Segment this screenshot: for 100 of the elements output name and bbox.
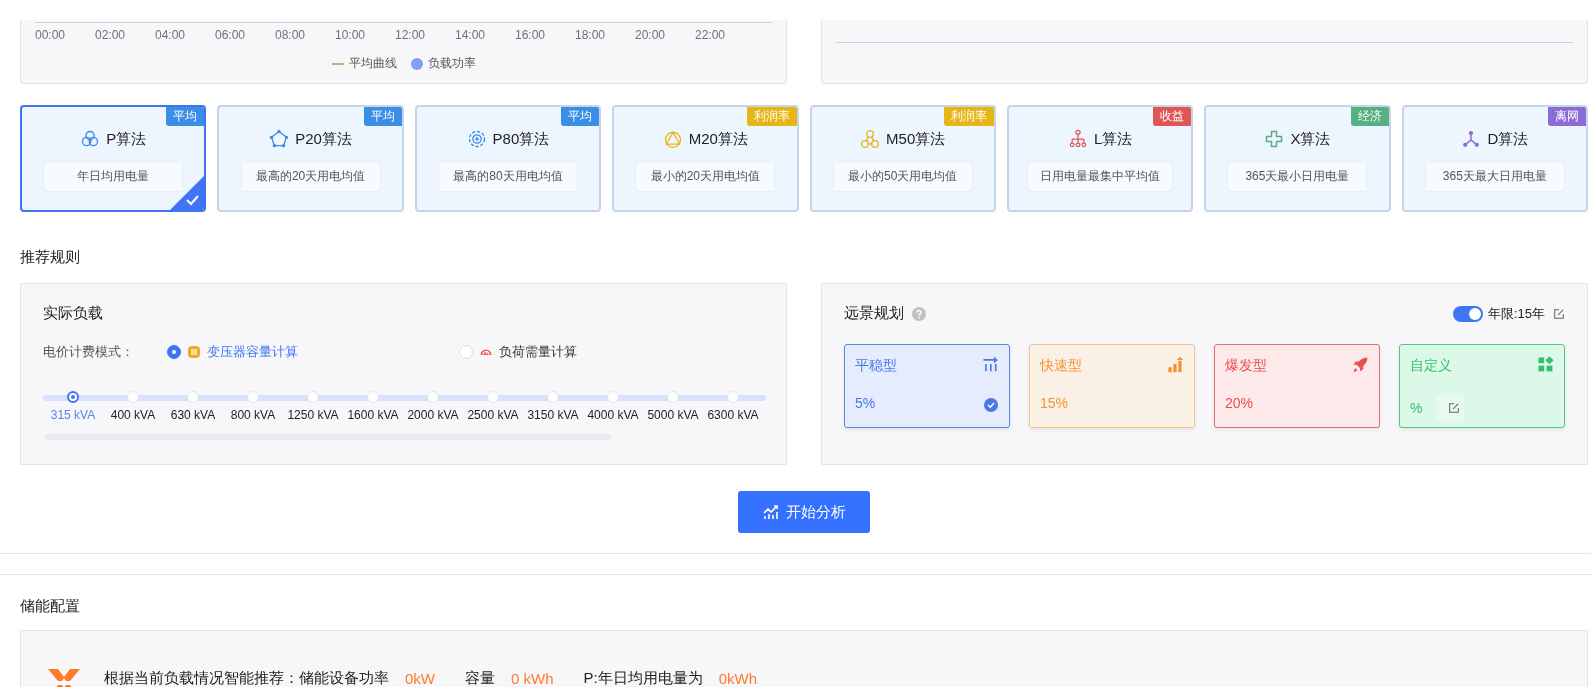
algorithm-description: 365天最小日用电量 [1227,161,1368,192]
slider-label: 4000 kVA [587,408,639,422]
tiles-icon [1536,355,1554,373]
tag: 利润率 [746,107,797,126]
plan-value: 20% [1225,395,1254,411]
edit-icon[interactable] [1553,307,1565,320]
toggle-switch[interactable] [1452,305,1483,322]
panel-title: 远景规划 [844,304,904,323]
section-title: 推荐规则 [20,248,81,267]
basis-label: P:年日均用电量为 [583,668,703,687]
hierarchy-icon [1067,129,1088,149]
algorithm-card[interactable]: 平均 P20算法 最高的20天用电均值 [217,105,404,212]
power-value: 0kW [405,669,435,687]
slider-label: 630 kVA [170,408,216,422]
slider-label: 1600 kVA [347,408,399,422]
slider-label: 3150 kVA [527,408,579,422]
algorithm-description: 日用电量最集中平均值 [1027,161,1174,192]
slider-label: 400 kVA [110,408,156,422]
bar-chart-icon [1166,355,1184,373]
legend-label: 平均曲线 [348,55,397,72]
slider-label: 1250 kVA [287,408,339,422]
algorithm-description: 最高的20天用电均值 [240,161,381,192]
section-title: 储能配置 [20,597,81,616]
algorithm-card[interactable]: 平均 P算法 年日均用电量 [20,105,207,212]
plan-card[interactable]: 平稳型 5% [844,344,1010,428]
pentagon-icon [269,129,290,149]
algorithm-name: P20算法 [295,129,352,149]
axis-label: 10:00 [335,27,367,42]
slider-label: 2500 kVA [467,408,519,422]
radio-label[interactable]: 变压器容量计算 [207,343,298,361]
axis-label: 00:00 [35,27,67,42]
start-analysis-button[interactable]: 开始分析 [738,491,870,533]
algorithm-description: 最高的80天用电均值 [437,161,578,192]
tag: 收益 [1153,107,1192,126]
plan-value: 15% [1040,395,1069,411]
algorithm-card[interactable]: 利润率 M50算法 最小的50天用电均值 [809,105,996,212]
rocket-icon [1351,355,1369,373]
legend-label: 负载功率 [427,55,476,72]
slider-label: 800 kVA [230,408,276,422]
algorithm-description: 最小的50天用电均值 [832,161,973,192]
plan-value: % [1410,400,1423,416]
cross-icon [1264,129,1285,149]
basis-value: 0kWh [718,669,758,687]
algorithm-description: 最小的20天用电均值 [635,161,776,192]
slider-label: 2000 kVA [407,408,459,422]
plan-name: 自定义 [1410,357,1452,375]
recommendation-text: 根据当前负载情况智能推荐：储能设备功率 [104,668,389,687]
axis-label: 18:00 [575,27,607,42]
algorithm-name: D算法 [1487,129,1529,149]
target-icon [466,129,487,149]
slider-label: 5000 kVA [647,408,699,422]
algorithm-name: L算法 [1093,129,1133,149]
axis-label: 12:00 [395,27,427,42]
chip-icon [187,345,201,359]
slider-label: 315 kVA [50,408,96,422]
tag: 平均 [363,107,402,126]
axis-label: 04:00 [155,27,187,42]
capacity-label: 容量 [465,668,495,687]
axis-label: 14:00 [455,27,487,42]
algorithm-name: P80算法 [492,129,550,149]
plan-name: 快速型 [1040,357,1082,375]
algorithm-card[interactable]: 离网 D算法 365天最大日用电量 [1401,105,1588,212]
tag: 利润率 [943,107,994,126]
algorithm-name: P算法 [106,129,147,149]
algorithm-card[interactable]: 利润率 M20算法 最小的20天用电均值 [612,105,799,212]
slider-stop[interactable] [67,391,79,403]
years-label: 年限:15年 [1487,304,1545,323]
algorithm-name: M20算法 [688,129,748,149]
algorithm-card[interactable]: 经济 X算法 365天最小日用电量 [1204,105,1391,212]
tag: 平均 [166,107,205,126]
algorithm-description: 365天最大日用电量 [1424,161,1565,192]
radio-button[interactable] [167,345,181,359]
axis-label: 02:00 [95,27,127,42]
axis-label: 22:00 [695,27,727,42]
capacity-value: 0 kWh [511,669,554,687]
nodes-icon [1461,129,1482,149]
algorithm-card[interactable]: 收益 L算法 日用电量最集中平均值 [1006,105,1194,212]
plan-name: 平稳型 [855,357,897,375]
edit-icon[interactable] [1448,402,1461,414]
axis-label: 20:00 [635,27,667,42]
panel-title: 实际负载 [43,304,104,323]
plan-name: 爆发型 [1225,357,1267,375]
check-corner-icon [170,176,205,210]
axis-label: 06:00 [215,27,247,42]
algorithm-name: X算法 [1290,129,1331,149]
arrows-icon [981,355,999,373]
axis-label: 08:00 [275,27,307,42]
nodes-icon [860,129,881,149]
algorithm-name: M50算法 [886,129,946,149]
tag: 离网 [1548,107,1586,126]
field-label: 电价计费模式： [43,343,135,361]
help-icon[interactable] [912,306,926,321]
tag: 经济 [1350,107,1389,126]
slider-label: 6300 kVA [707,408,759,422]
algorithm-card[interactable]: 平均 P80算法 最高的80天用电均值 [414,105,602,212]
axis-label: 16:00 [515,27,547,42]
plan-value: 5% [855,395,876,411]
radio-label[interactable]: 负荷需量计算 [499,343,577,361]
trend-chart-icon [762,503,780,521]
algorithm-description: 年日均用电量 [43,161,184,192]
